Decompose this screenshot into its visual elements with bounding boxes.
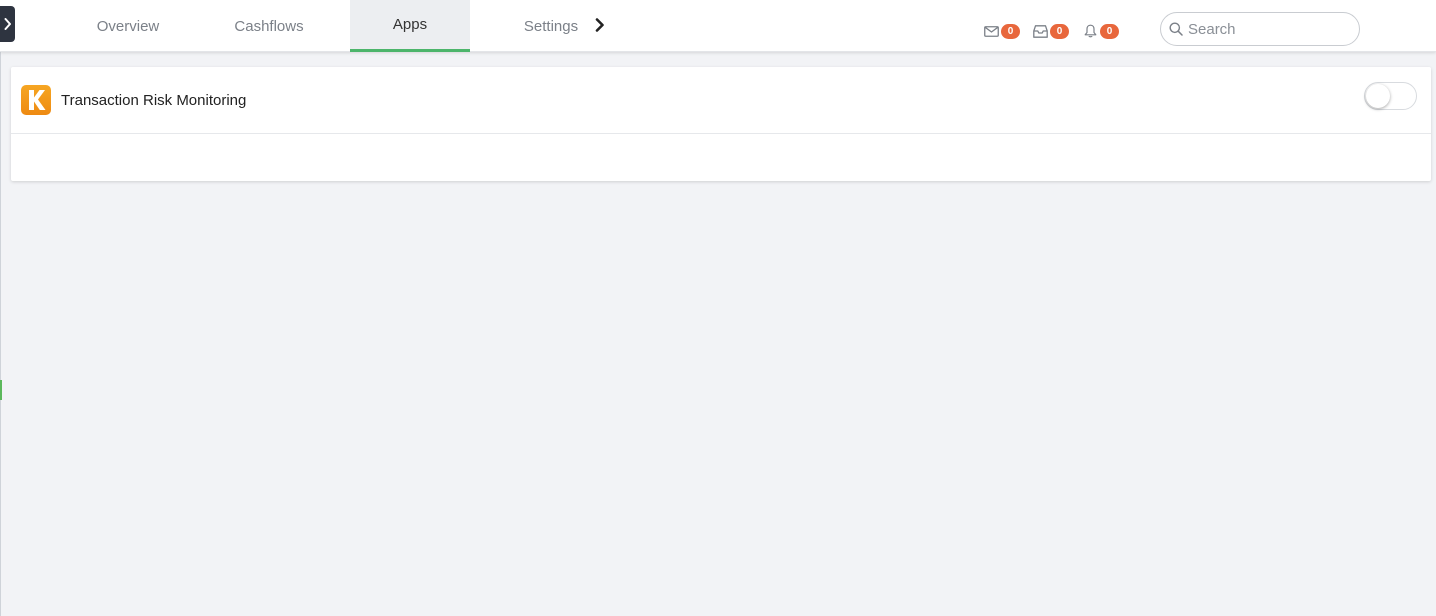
inbox-button[interactable]: 0 [1032, 22, 1069, 40]
app-name: Transaction Risk Monitoring [61, 91, 247, 109]
chevron-right-icon [4, 18, 11, 30]
page: Overview Cashflows Apps Settings 0 0 0 S… [0, 0, 1436, 616]
messages-button[interactable]: 0 [983, 22, 1020, 40]
inbox-count-badge: 0 [1050, 23, 1069, 39]
k-logo-icon [29, 90, 46, 110]
app-logo [21, 85, 51, 115]
inbox-icon [1032, 24, 1048, 38]
bell-icon [1082, 24, 1098, 38]
app-row: Transaction Risk Monitoring [11, 67, 1431, 134]
toggle-knob [1366, 84, 1390, 108]
search-icon [1169, 22, 1183, 36]
more-tabs-chevron-icon[interactable] [592, 17, 608, 33]
sidebar-toggle-button[interactable] [0, 6, 15, 42]
alerts-count-badge: 0 [1100, 23, 1119, 39]
search-box [1160, 12, 1360, 46]
search-input[interactable] [1188, 20, 1348, 38]
tab-apps[interactable]: Apps [350, 0, 470, 52]
app-enable-toggle[interactable] [1364, 82, 1417, 110]
top-navigation-bar: Overview Cashflows Apps Settings 0 0 0 S… [0, 0, 1436, 52]
tab-overview[interactable]: Overview [68, 0, 188, 52]
mail-icon [983, 24, 999, 38]
alerts-button[interactable]: 0 [1082, 22, 1119, 40]
left-edge-accent [0, 380, 2, 400]
apps-card: Transaction Risk Monitoring [11, 67, 1431, 181]
left-edge-line [0, 0, 1, 616]
messages-count-badge: 0 [1001, 23, 1020, 39]
tab-cashflows[interactable]: Cashflows [209, 0, 329, 52]
